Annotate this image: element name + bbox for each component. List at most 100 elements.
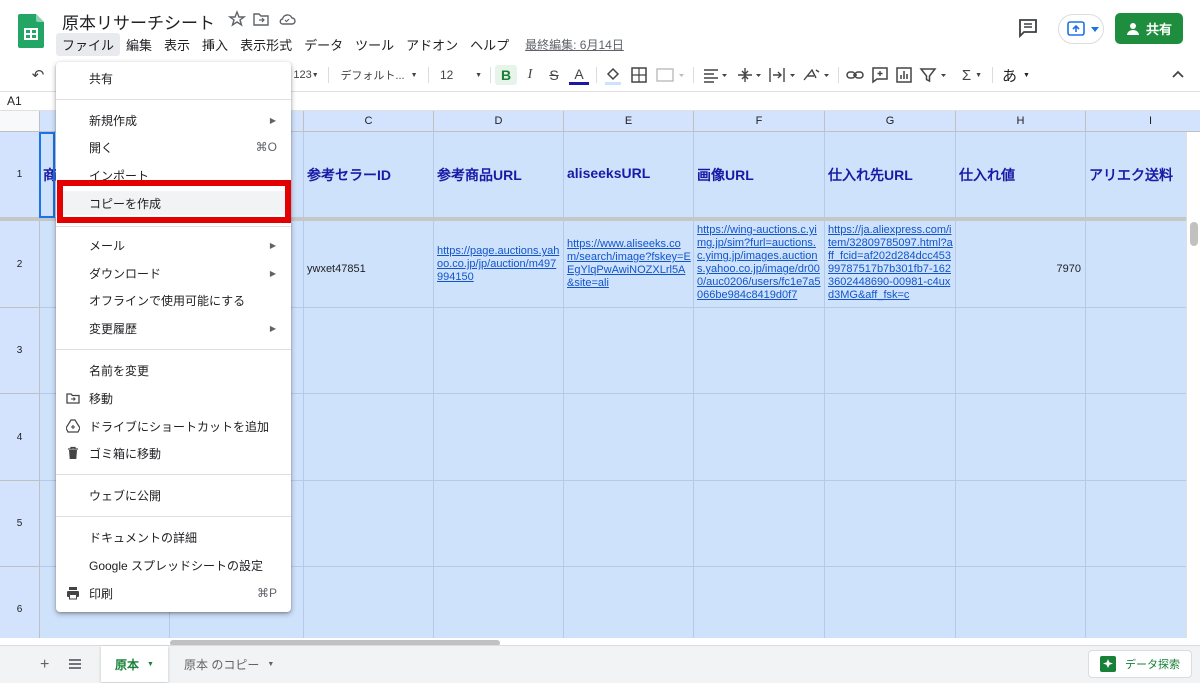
cell-c6[interactable] — [304, 567, 434, 638]
all-sheets-menu-icon[interactable] — [68, 657, 82, 671]
cell-e1[interactable]: aliseeksURL — [564, 132, 694, 218]
column-header-h[interactable]: H — [956, 111, 1086, 132]
borders-icon[interactable] — [630, 65, 648, 85]
input-tools-button[interactable]: あ ▼ — [998, 65, 1034, 85]
cell-g4[interactable] — [825, 394, 956, 481]
cell-e6[interactable] — [564, 567, 694, 638]
menu-item-print[interactable]: 印刷 ⌘P — [56, 581, 291, 605]
column-header-i[interactable]: I — [1086, 111, 1200, 132]
merge-cells-icon[interactable] — [655, 65, 685, 85]
cloud-status-icon[interactable] — [278, 10, 296, 28]
column-header-e[interactable]: E — [564, 111, 694, 132]
menu-tools[interactable]: ツール — [349, 33, 400, 56]
star-icon[interactable] — [228, 10, 246, 28]
cell-e5[interactable] — [564, 481, 694, 567]
share-button[interactable]: 共有 — [1115, 13, 1183, 44]
row-header-3[interactable]: 3 — [0, 308, 40, 394]
cell-d1[interactable]: 参考商品URL — [434, 132, 564, 218]
font-family-select[interactable]: デフォルト... ▼ — [338, 65, 420, 85]
explore-button[interactable]: データ探索 — [1088, 650, 1192, 678]
cell-c5[interactable] — [304, 481, 434, 567]
cell-d2-link[interactable]: https://page.auctions.yahoo.co.jp/jp/auc… — [434, 221, 564, 308]
cell-f1[interactable]: 画像URL — [694, 132, 825, 218]
cell-c4[interactable] — [304, 394, 434, 481]
sheets-logo-icon[interactable] — [18, 14, 44, 48]
column-header-d[interactable]: D — [434, 111, 564, 132]
cell-d4[interactable] — [434, 394, 564, 481]
text-color-button[interactable]: A — [569, 65, 589, 85]
cell-d5[interactable] — [434, 481, 564, 567]
vertical-scroll-thumb[interactable] — [1190, 222, 1198, 246]
column-header-c[interactable]: C — [304, 111, 434, 132]
menu-item-trash[interactable]: ゴミ箱に移動 — [56, 441, 291, 465]
cell-c1[interactable]: 参考セラーID — [304, 132, 434, 218]
cell-d6[interactable] — [434, 567, 564, 638]
insert-link-icon[interactable] — [845, 65, 865, 85]
vertical-scrollbar[interactable] — [1186, 132, 1200, 638]
menu-item-document-details[interactable]: ドキュメントの詳細 — [56, 525, 291, 549]
cell-h4[interactable] — [956, 394, 1086, 481]
sheet-tab-active[interactable]: 原本 ▼ — [101, 646, 168, 682]
cell-i2[interactable] — [1086, 221, 1200, 308]
row-header-1[interactable]: 1 — [0, 132, 40, 218]
cell-h6[interactable] — [956, 567, 1086, 638]
undo-icon[interactable]: ↶ — [28, 65, 48, 85]
menu-file[interactable]: ファイル — [56, 32, 121, 56]
cell-i6[interactable] — [1086, 567, 1200, 638]
cell-h3[interactable] — [956, 308, 1086, 394]
cell-i4[interactable] — [1086, 394, 1200, 481]
name-box[interactable]: A1 — [7, 94, 22, 108]
cell-f6[interactable] — [694, 567, 825, 638]
move-folder-icon[interactable] — [252, 10, 270, 28]
cell-e2-link[interactable]: https://www.aliseeks.com/search/image?fs… — [564, 221, 694, 308]
text-wrap-icon[interactable] — [768, 65, 798, 85]
menu-item-add-shortcut[interactable]: ドライブにショートカットを追加 — [56, 414, 291, 438]
cell-f5[interactable] — [694, 481, 825, 567]
vertical-align-icon[interactable] — [736, 65, 764, 85]
cell-c3[interactable] — [304, 308, 434, 394]
cell-h1[interactable]: 仕入れ値 — [956, 132, 1086, 218]
last-edit-link[interactable]: 最終編集: 6月14日 — [525, 36, 624, 53]
cell-g2-link[interactable]: https://ja.aliexpress.com/item/328097850… — [825, 221, 956, 308]
menu-view[interactable]: 表示 — [158, 33, 196, 56]
functions-icon[interactable]: Σ ▼ — [956, 65, 988, 85]
italic-button[interactable]: I — [521, 65, 539, 85]
align-left-icon[interactable] — [702, 65, 730, 85]
present-button[interactable] — [1058, 14, 1104, 44]
cell-e3[interactable] — [564, 308, 694, 394]
menu-item-settings[interactable]: Google スプレッドシートの設定 — [56, 553, 291, 577]
cell-i5[interactable] — [1086, 481, 1200, 567]
strikethrough-button[interactable]: S — [545, 65, 563, 85]
menu-item-move[interactable]: 移動 — [56, 386, 291, 410]
cell-i3[interactable] — [1086, 308, 1200, 394]
cell-h5[interactable] — [956, 481, 1086, 567]
menu-item-share[interactable]: 共有 — [56, 66, 291, 90]
cell-e4[interactable] — [564, 394, 694, 481]
menu-item-offline[interactable]: オフラインで使用可能にする — [56, 288, 291, 312]
menu-item-email[interactable]: メール ▶ — [56, 233, 291, 257]
fill-color-icon[interactable] — [603, 65, 623, 85]
row-header-2[interactable]: 2 — [0, 221, 40, 308]
cell-i1[interactable]: アリエク送料 — [1086, 132, 1200, 218]
cell-g5[interactable] — [825, 481, 956, 567]
menu-addons[interactable]: アドオン — [400, 33, 464, 56]
comment-history-icon[interactable] — [1016, 16, 1040, 40]
number-format-button[interactable]: 123 ▼ — [290, 65, 322, 85]
cell-f3[interactable] — [694, 308, 825, 394]
bold-button[interactable]: B — [495, 65, 517, 85]
menu-edit[interactable]: 編集 — [120, 33, 158, 56]
menu-item-new[interactable]: 新規作成 ▶ — [56, 108, 291, 132]
row-header-4[interactable]: 4 — [0, 394, 40, 481]
menu-item-version-history[interactable]: 変更履歴 ▶ — [56, 316, 291, 340]
menu-item-download[interactable]: ダウンロード ▶ — [56, 261, 291, 285]
column-header-f[interactable]: F — [694, 111, 825, 132]
document-title[interactable]: 原本リサーチシート — [62, 9, 215, 34]
menu-item-rename[interactable]: 名前を変更 — [56, 358, 291, 382]
cell-f4[interactable] — [694, 394, 825, 481]
menu-insert[interactable]: 挿入 — [196, 33, 234, 56]
menu-data[interactable]: データ — [298, 33, 349, 56]
column-header-g[interactable]: G — [825, 111, 956, 132]
font-size-select[interactable]: 12 ▼ — [436, 65, 486, 85]
select-all-corner[interactable] — [0, 111, 40, 132]
row-header-5[interactable]: 5 — [0, 481, 40, 567]
